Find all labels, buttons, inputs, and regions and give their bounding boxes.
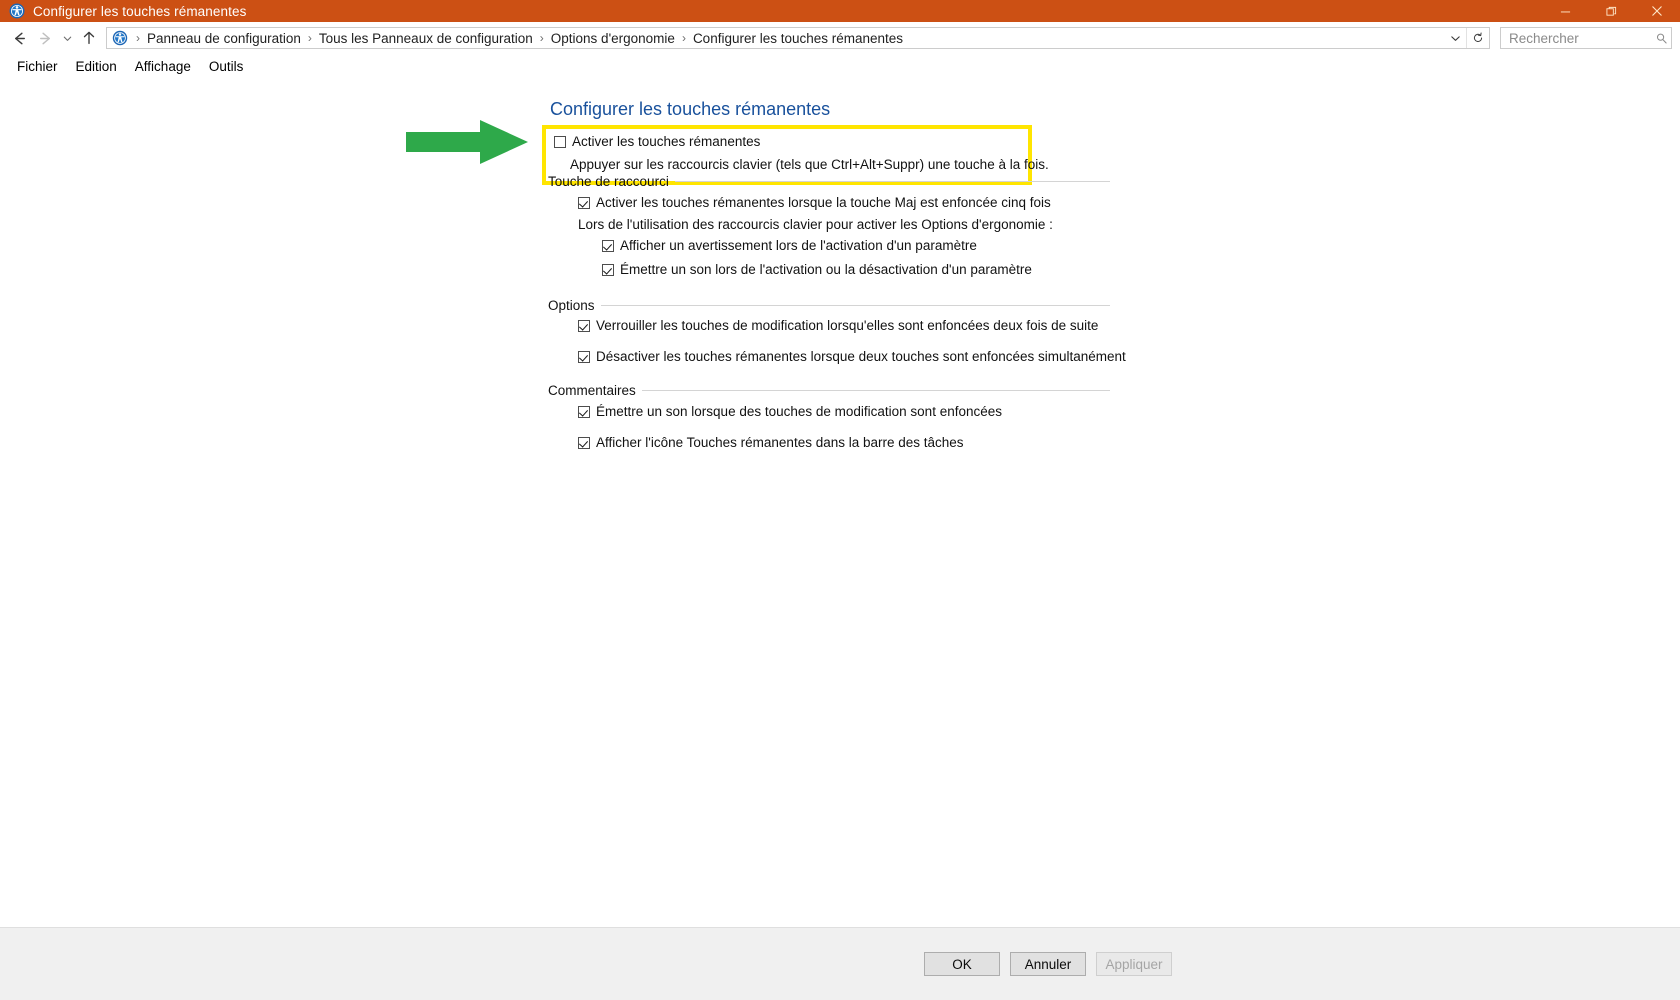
breadcrumb-bar[interactable]: › Panneau de configuration › Tous les Pa…: [106, 27, 1490, 49]
green-arrow-annotation: [406, 120, 528, 164]
group-divider: [641, 390, 1110, 391]
feedback-sound-checkbox[interactable]: [578, 406, 590, 418]
close-button[interactable]: [1634, 0, 1680, 22]
ok-button[interactable]: OK: [924, 952, 1000, 976]
back-arrow-icon: [14, 32, 25, 44]
shortcut-warning-row[interactable]: Afficher un avertissement lors de l'acti…: [602, 238, 977, 254]
up-button[interactable]: [76, 25, 102, 51]
close-icon: [1652, 6, 1662, 16]
forward-arrow-icon: [39, 32, 50, 44]
options-turn-off-row[interactable]: Désactiver les touches rémanentes lorsqu…: [578, 349, 1126, 365]
breadcrumb-item-control-panel[interactable]: Panneau de configuration: [144, 31, 304, 46]
options-lock-modifier-row[interactable]: Verrouiller les touches de modification …: [578, 318, 1098, 334]
window-title: Configurer les touches rémanentes: [33, 3, 247, 19]
enable-sticky-keys-checkbox[interactable]: [554, 136, 566, 148]
ease-of-access-icon: [9, 3, 25, 19]
feedback-sound-label: Émettre un son lorsque des touches de mo…: [596, 404, 1002, 419]
feedback-taskbar-icon-checkbox[interactable]: [578, 437, 590, 449]
menu-item-affichage[interactable]: Affichage: [126, 57, 200, 76]
address-bar: › Panneau de configuration › Tous les Pa…: [0, 22, 1680, 54]
window-controls: [1542, 0, 1680, 22]
chevron-down-icon: [1450, 35, 1460, 41]
title-bar: Configurer les touches rémanentes: [0, 0, 1680, 22]
feedback-sound-row[interactable]: Émettre un son lorsque des touches de mo…: [578, 404, 1002, 420]
page-title: Configurer les touches rémanentes: [550, 99, 831, 119]
feedback-taskbar-icon-label: Afficher l'icône Touches rémanentes dans…: [596, 435, 964, 450]
refresh-icon: [1473, 32, 1483, 42]
group-title-feedback: Commentaires: [548, 383, 636, 398]
forward-button[interactable]: [32, 25, 58, 51]
breadcrumb-separator: ›: [681, 31, 686, 45]
shortcut-sound-label: Émettre un son lors de l'activation ou l…: [620, 262, 1032, 277]
menu-item-outils[interactable]: Outils: [200, 57, 253, 76]
group-header-shortcut: Touche de raccourci: [548, 174, 1110, 189]
back-button[interactable]: [6, 25, 32, 51]
group-header-feedback: Commentaires: [548, 383, 1110, 398]
group-title-shortcut: Touche de raccourci: [548, 174, 669, 189]
group-divider: [600, 305, 1110, 306]
search-box[interactable]: Rechercher: [1500, 27, 1672, 49]
address-dropdown-button[interactable]: [1444, 28, 1466, 48]
breadcrumb-separator: ›: [136, 31, 140, 45]
options-lock-modifier-label: Verrouiller les touches de modification …: [596, 318, 1099, 333]
restore-icon: [1605, 6, 1616, 16]
minimize-button[interactable]: [1542, 0, 1588, 22]
menu-item-fichier[interactable]: Fichier: [8, 57, 67, 76]
chevron-down-icon: [63, 36, 71, 41]
footer-bar: OK Annuler Appliquer: [0, 927, 1680, 1000]
breadcrumb-item-all-control-panel-items[interactable]: Tous les Panneaux de configuration: [316, 31, 536, 46]
shortcut-sound-checkbox[interactable]: [602, 264, 614, 276]
cancel-button[interactable]: Annuler: [1010, 952, 1086, 976]
enable-sticky-keys-description-row: Appuyer sur les raccourcis clavier (tels…: [570, 157, 1049, 173]
maximize-button[interactable]: [1588, 0, 1634, 22]
shortcut-enable-checkbox[interactable]: [578, 197, 590, 209]
feedback-taskbar-icon-row[interactable]: Afficher l'icône Touches rémanentes dans…: [578, 435, 964, 451]
search-input[interactable]: Rechercher: [1501, 31, 1651, 46]
enable-sticky-keys-description: Appuyer sur les raccourcis clavier (tels…: [570, 157, 1049, 172]
apply-button[interactable]: Appliquer: [1096, 952, 1172, 976]
recent-pages-button[interactable]: [58, 25, 76, 51]
shortcut-warning-checkbox[interactable]: [602, 240, 614, 252]
up-arrow-icon: [83, 31, 95, 45]
menu-item-edition[interactable]: Edition: [67, 57, 126, 76]
breadcrumb-separator: ›: [307, 31, 312, 45]
minimize-icon: [1560, 11, 1570, 12]
shortcut-enable-label: Activer les touches rémanentes lorsque l…: [596, 195, 1051, 210]
shortcut-sound-row[interactable]: Émettre un son lors de l'activation ou l…: [602, 262, 1032, 278]
dialog-buttons: OK Annuler Appliquer: [924, 952, 1172, 976]
enable-sticky-keys-row[interactable]: Activer les touches rémanentes: [554, 134, 760, 150]
breadcrumb-ease-of-access-icon[interactable]: [112, 30, 128, 46]
group-title-options: Options: [548, 298, 595, 313]
breadcrumb-item-ease-of-access[interactable]: Options d'ergonomie: [548, 31, 678, 46]
shortcut-warning-label: Afficher un avertissement lors de l'acti…: [620, 238, 977, 253]
search-icon[interactable]: [1651, 28, 1671, 48]
group-divider: [674, 181, 1110, 182]
shortcut-note-row: Lors de l'utilisation des raccourcis cla…: [578, 217, 1053, 233]
content-area: Configurer les touches rémanentes Active…: [0, 78, 1680, 928]
menu-bar: Fichier Edition Affichage Outils: [0, 54, 1680, 78]
breadcrumb-item-sticky-keys[interactable]: Configurer les touches rémanentes: [690, 31, 906, 46]
group-header-options: Options: [548, 298, 1110, 313]
breadcrumb-separator: ›: [539, 31, 544, 45]
enable-sticky-keys-label: Activer les touches rémanentes: [572, 134, 761, 149]
options-lock-modifier-checkbox[interactable]: [578, 320, 590, 332]
options-turn-off-label: Désactiver les touches rémanentes lorsqu…: [596, 349, 1126, 364]
options-turn-off-checkbox[interactable]: [578, 351, 590, 363]
shortcut-note-text: Lors de l'utilisation des raccourcis cla…: [578, 217, 1053, 232]
shortcut-enable-row[interactable]: Activer les touches rémanentes lorsque l…: [578, 195, 1051, 211]
refresh-button[interactable]: [1466, 28, 1489, 48]
